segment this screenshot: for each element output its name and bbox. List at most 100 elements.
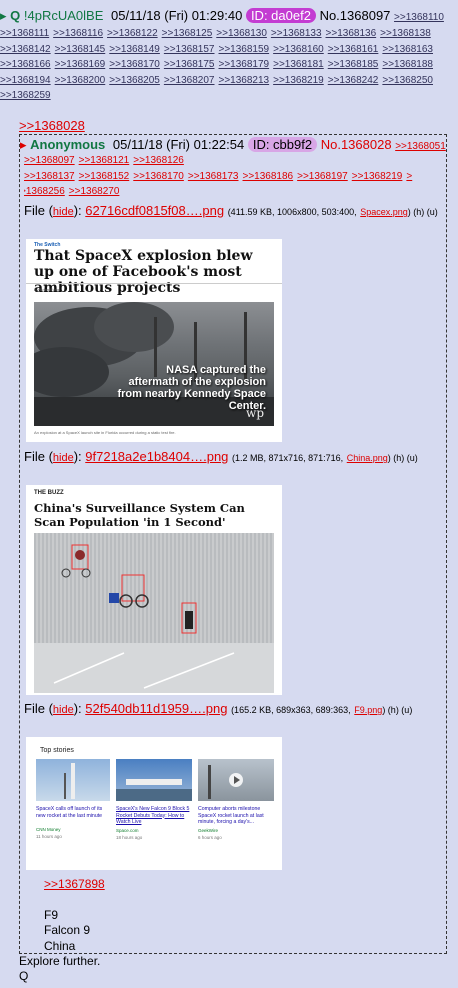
hide-link[interactable]: hide (53, 704, 74, 716)
article-kicker: THE BUZZ (34, 490, 64, 496)
post-number[interactable]: No.1368028 (321, 137, 392, 152)
backlink[interactable]: >>1368142 (0, 44, 51, 55)
story-title: Computer aborts milestone SpaceX rocket … (198, 806, 264, 825)
original-filename-link[interactable]: Spacex.png (360, 207, 408, 217)
collapse-arrow-icon[interactable]: ▸ (20, 137, 27, 152)
backlink[interactable]: >>1368126 (133, 155, 184, 166)
file-tail: ) (h) (u) (382, 705, 413, 715)
file-tail: ) (h) (u) (407, 207, 438, 217)
story-time: 11 hours ago (36, 834, 62, 839)
backlink[interactable]: >>1368170 (109, 59, 160, 70)
backlink[interactable]: >>1368170 (133, 171, 184, 182)
backlink[interactable]: >>1368125 (162, 28, 213, 39)
story-title: SpaceX's New Falcon 9 Block 5 Rocket Deb… (116, 806, 190, 825)
backlink[interactable]: >>1368169 (55, 59, 106, 70)
backlink-row: >>1368111 >>1368116 >>1368122 >>1368125 >>13… (0, 26, 458, 42)
backlink[interactable]: >>1368219 (273, 75, 324, 86)
poster-id[interactable]: ID: da0ef2 (245, 8, 316, 23)
backlink[interactable]: >>1368242 (328, 75, 379, 86)
backlink[interactable]: >1368256 (24, 186, 65, 197)
backlink[interactable]: >>1368250 (382, 75, 433, 86)
backlink[interactable]: >>1368157 (164, 44, 215, 55)
backlink[interactable]: >>1368166 (0, 59, 51, 70)
backlink-row: >1368256 >>1368270 (24, 184, 454, 200)
backlink-row: >>1368259 (0, 88, 458, 104)
backlink[interactable]: >>1368179 (219, 59, 270, 70)
backlink[interactable]: >>1368159 (219, 44, 270, 55)
backlink[interactable]: >>1368111 (0, 28, 49, 39)
post-date: 05/11/18 (Fri) 01:22:54 (112, 137, 245, 152)
backlink[interactable]: >>1368163 (382, 44, 433, 55)
reply-link[interactable]: >>1367898 (44, 877, 105, 891)
backlink[interactable]: >>1368133 (271, 28, 322, 39)
file-info: File (hide): 9f7218a2e1b8404….png (1.2 M… (24, 449, 418, 464)
file-info: File (hide): 52f540db11d1959….png (165.2… (24, 701, 413, 716)
file-link[interactable]: 52f540db11d1959….png (85, 701, 227, 716)
story-source: GeekWire (198, 827, 219, 833)
story-image (116, 759, 192, 801)
story-card: SpaceX calls off launch of its new rocke… (36, 759, 110, 839)
backlink-row: >>1368142 >>1368145 >>1368149 >>1368157 >>13… (0, 42, 458, 58)
hide-link[interactable]: hide (53, 206, 74, 218)
backlink[interactable]: >>1368213 (219, 75, 270, 86)
backlink[interactable]: >>1368197 (297, 171, 348, 182)
quote-link[interactable]: >>1368028 (19, 118, 85, 133)
backlink[interactable]: >>1368188 (382, 59, 433, 70)
story-image (36, 759, 110, 801)
backlink[interactable]: >>1368175 (164, 59, 215, 70)
post-arrow-icon[interactable]: ▸ (0, 8, 7, 23)
backlink[interactable]: > (406, 171, 412, 182)
story-time: 18 hours ago (116, 834, 143, 840)
backlink[interactable]: >>1368219 (352, 171, 403, 182)
detection-boxes-illustration (34, 544, 274, 693)
backlink[interactable]: >>1368145 (55, 44, 106, 55)
backlink[interactable]: >>1368186 (243, 171, 294, 182)
backlink[interactable]: >>1368259 (0, 90, 51, 101)
backlink-row: >>1368137 >>1368152 >>1368170 >>1368173 >>13… (24, 169, 454, 185)
story-card: Computer aborts milestone SpaceX rocket … (198, 759, 274, 840)
backlink[interactable]: >>1368097 (24, 155, 75, 166)
story-source: Space.com (116, 827, 139, 833)
backlink[interactable]: >>1368116 (53, 28, 103, 39)
backlink[interactable]: >>1368137 (24, 171, 75, 182)
file-meta: (411.59 KB, 1006x800, 503:400, (227, 207, 357, 217)
backlink[interactable]: >>1368205 (109, 75, 160, 86)
backlink[interactable]: >>1368173 (188, 171, 239, 182)
backlink[interactable]: >>1368149 (109, 44, 160, 55)
file-thumbnail[interactable]: The Switch That SpaceX explosion blew up… (26, 239, 282, 442)
backlink[interactable]: >>1368051 (395, 141, 446, 152)
original-filename-link[interactable]: China.png (347, 453, 388, 463)
file-thumbnail[interactable]: Top stories SpaceX calls off launch of i… (26, 737, 282, 870)
backlink[interactable]: >>1368161 (328, 44, 379, 55)
poster-name: Anonymous (30, 137, 106, 152)
file-link[interactable]: 9f7218a2e1b8404….png (85, 449, 228, 464)
backlink[interactable]: >>1368160 (273, 44, 324, 55)
backlink[interactable]: >>1368136 (326, 28, 377, 39)
article-headline: That SpaceX explosion blew up one of Fac… (34, 248, 253, 296)
file-label: File (24, 203, 45, 218)
backlink[interactable]: >>1368121 (79, 155, 130, 166)
poster-id[interactable]: ID: cbb9f2 (247, 137, 318, 152)
story-time: 6 hours ago (198, 834, 222, 840)
post-number[interactable]: No.1368097 (320, 8, 391, 23)
backlink[interactable]: >>1368200 (55, 75, 106, 86)
backlink[interactable]: >>1368130 (216, 28, 267, 39)
photo-overlay-text: NASA captured the aftermath of the explo… (117, 364, 266, 412)
original-filename-link[interactable]: F9.png (354, 705, 382, 715)
backlink[interactable]: >>1368152 (79, 171, 130, 182)
backlink[interactable]: >>1368185 (328, 59, 379, 70)
closing-line: Q (19, 969, 29, 983)
backlink[interactable]: >>1368270 (69, 186, 120, 197)
file-label: File (24, 701, 45, 716)
file-link[interactable]: 62716cdf0815f08….png (85, 203, 224, 218)
backlink[interactable]: >>1368181 (273, 59, 324, 70)
backlink[interactable]: >>1368122 (107, 28, 158, 39)
file-info: File (hide): 62716cdf0815f08….png (411.5… (24, 203, 438, 218)
backlink[interactable]: >>1368194 (0, 75, 51, 86)
file-tail: ) (h) (u) (387, 453, 418, 463)
backlink[interactable]: >>1368207 (164, 75, 215, 86)
file-thumbnail[interactable]: THE BUZZ China's Surveillance System Can… (26, 485, 282, 695)
hide-link[interactable]: hide (53, 452, 74, 464)
backlink[interactable]: >>1368110 (394, 12, 444, 23)
backlink[interactable]: >>1368138 (380, 28, 431, 39)
